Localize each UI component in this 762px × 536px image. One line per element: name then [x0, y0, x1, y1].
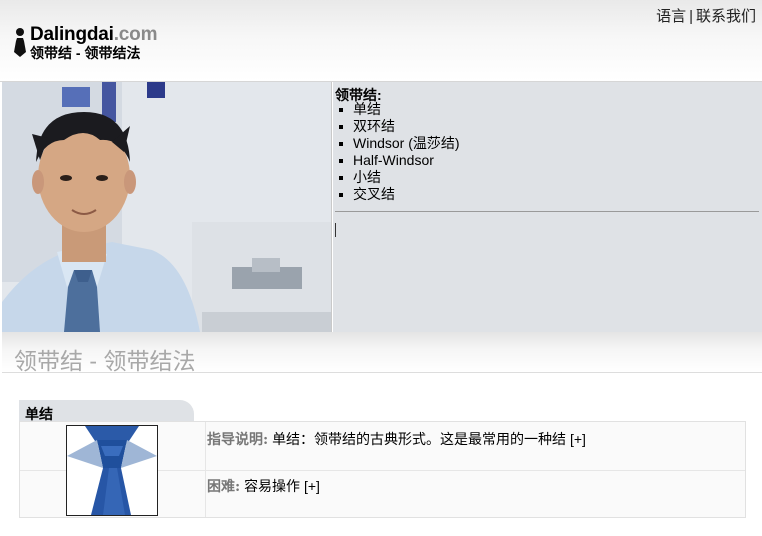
instructions-expand-link[interactable]: [+]: [570, 431, 586, 447]
difficulty-expand-link[interactable]: [+]: [304, 478, 320, 494]
site-tagline: 领带结 - 领带结法: [30, 45, 141, 61]
link-separator: |: [689, 8, 693, 25]
difficulty-label: 困难:: [207, 479, 241, 495]
contact-link[interactable]: 联系我们: [696, 8, 756, 25]
tie-logo-icon: [14, 28, 26, 57]
tie-knot-image: [67, 426, 157, 515]
difficulty-row: 困难: 容易操作 [+]: [207, 476, 320, 496]
knot-menu: 领带结: 单结 双环结 Windsor (温莎结) Half-Windsor 小…: [333, 82, 762, 332]
knot-menu-item[interactable]: 交叉结: [338, 186, 460, 203]
language-link[interactable]: 语言: [656, 8, 686, 25]
menu-divider: [335, 211, 759, 212]
tab-single-knot[interactable]: 单结: [19, 400, 194, 422]
column-divider: [205, 422, 206, 517]
knot-menu-item[interactable]: 单结: [338, 101, 460, 118]
knot-thumbnail[interactable]: [66, 425, 158, 516]
instructions-text: 单结：领带结的古典形式。这是最常用的一种结: [272, 431, 567, 447]
knot-menu-item[interactable]: Windsor (温莎结): [338, 135, 460, 152]
top-links: 语言 | 联系我们: [656, 5, 756, 26]
knot-menu-item[interactable]: 双环结: [338, 118, 460, 135]
knot-menu-list: 单结 双环结 Windsor (温莎结) Half-Windsor 小结 交叉结: [338, 101, 460, 203]
hero-photo-illustration: [2, 82, 331, 332]
hero-photo: [2, 82, 332, 332]
brand-domain: .com: [113, 24, 158, 45]
difficulty-text: 容易操作: [244, 478, 301, 494]
brand-main: Dalingdai: [30, 24, 114, 45]
instructions-row: 指导说明: 单结：领带结的古典形式。这是最常用的一种结 [+]: [207, 429, 586, 449]
section-header: 领带结 - 领带结法: [2, 332, 762, 374]
knot-menu-item[interactable]: 小结: [338, 169, 460, 186]
knot-details-table: 指导说明: 单结：领带结的古典形式。这是最常用的一种结 [+] 困难: 容易操作…: [19, 421, 746, 518]
instructions-label: 指导说明:: [207, 432, 269, 448]
knot-menu-item[interactable]: Half-Windsor: [338, 152, 460, 169]
site-header: 语言 | 联系我们 Dalingdai.com 领带结 - 领带结法: [0, 0, 762, 82]
page-title: 领带结 - 领带结法: [14, 348, 196, 374]
text-cursor: [335, 223, 336, 237]
